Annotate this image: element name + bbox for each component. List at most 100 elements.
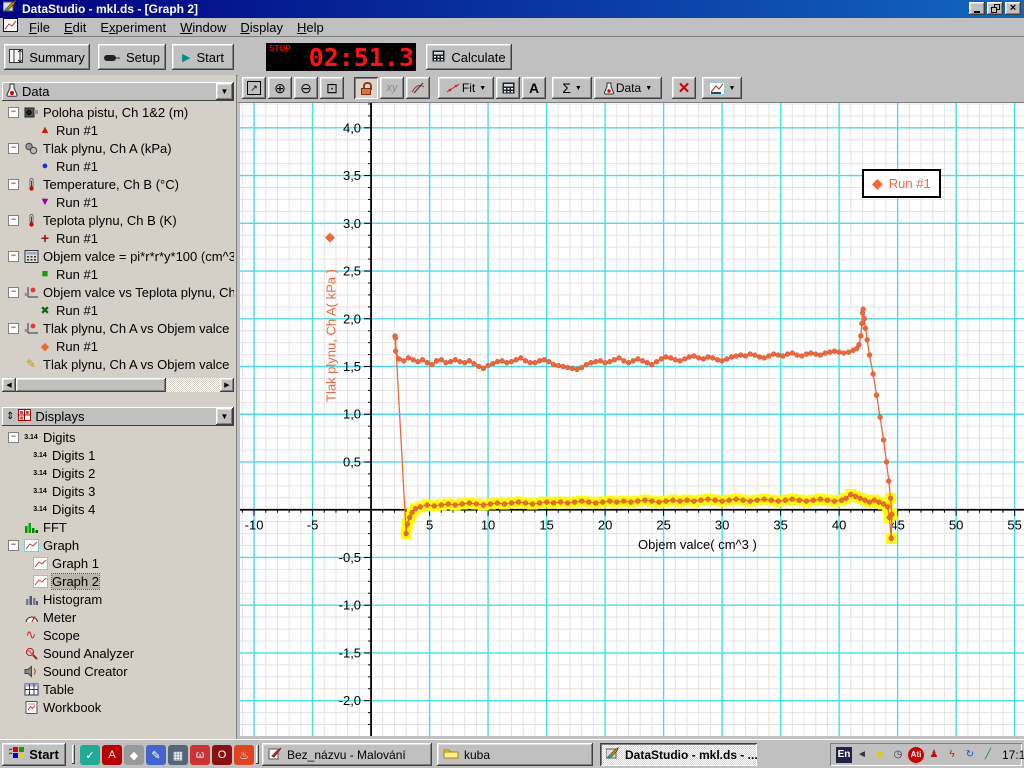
data-item-6[interactable]: −xTlak plynu, Ch A vs Objem valce (2, 319, 234, 337)
restore-button[interactable] (987, 2, 1003, 15)
displays-panel-dropdown-button[interactable]: ▼ (216, 408, 233, 425)
keyboard-layout-indicator[interactable]: En (836, 747, 852, 763)
opera-icon[interactable]: O (212, 745, 232, 765)
data-item-5[interactable]: −xObjem valce vs Teplota plynu, Ch (2, 283, 234, 301)
text-tool-button[interactable]: A (522, 77, 546, 99)
setup-button[interactable]: Setup (98, 44, 166, 70)
red-figure-icon[interactable]: ♟ (926, 747, 942, 763)
menu-display[interactable]: Display (233, 19, 290, 36)
display-item-graph[interactable]: −Graph (2, 536, 234, 554)
menu-edit[interactable]: Edit (57, 19, 93, 36)
toolbar-grip[interactable] (72, 745, 75, 764)
data-menu-button[interactable]: Data▼ (594, 77, 662, 99)
scroll-left-button[interactable]: ◀ (2, 378, 16, 392)
pen-icon[interactable]: ✎ (146, 745, 166, 765)
toolbar-grip[interactable] (256, 745, 259, 764)
display-item-scope[interactable]: ∿Scope (2, 626, 234, 644)
scrollbar-thumb[interactable] (16, 378, 166, 392)
run-item[interactable]: ●Run #1 (2, 157, 234, 175)
display-subitem-graph-2[interactable]: Graph 2 (2, 572, 234, 590)
scroll-right-button[interactable]: ▶ (220, 378, 234, 392)
zoom-select-button[interactable]: ⊡ (320, 77, 344, 99)
slope-tool-button[interactable] (406, 77, 430, 99)
run-item[interactable]: ■Run #1 (2, 265, 234, 283)
ati-icon[interactable]: Ati (908, 747, 924, 763)
display-subitem-digits-4[interactable]: 3.14Digits 4 (2, 500, 234, 518)
menu-help[interactable]: Help (290, 19, 331, 36)
zoom-in-button[interactable]: ⊕ (268, 77, 292, 99)
display-subitem-digits-3[interactable]: 3.14Digits 3 (2, 482, 234, 500)
collapse-toggle[interactable]: − (8, 251, 19, 262)
collapse-toggle[interactable]: − (8, 215, 19, 226)
display-item-sound-analyzer[interactable]: Sound Analyzer (2, 644, 234, 662)
calculate-button[interactable]: Calculate (426, 44, 512, 70)
collapse-toggle[interactable]: − (8, 287, 19, 298)
bird-icon[interactable]: ◆ (124, 745, 144, 765)
volume-icon[interactable]: ◄ (854, 747, 870, 763)
display-subitem-digits-2[interactable]: 3.14Digits 2 (2, 464, 234, 482)
display-item-meter[interactable]: Meter (2, 608, 234, 626)
display-item-table[interactable]: Table (2, 680, 234, 698)
dragon-icon[interactable]: ω (190, 745, 210, 765)
task-3[interactable]: DataStudio - mkl.ds - ... (600, 743, 757, 766)
scheduler-icon[interactable]: ◆ (872, 747, 888, 763)
delete-tool-button[interactable]: ✕ (672, 77, 696, 99)
lightning-icon[interactable]: ϟ (944, 747, 960, 763)
display-item-workbook[interactable]: Workbook (2, 698, 234, 716)
run-item[interactable]: ✖Run #1 (2, 301, 234, 319)
data-item-2[interactable]: −Temperature, Ch B (°C) (2, 175, 234, 193)
clock-disk-icon[interactable]: ◷ (890, 747, 906, 763)
minimize-button[interactable] (969, 2, 985, 15)
data-tree-hscrollbar[interactable]: ◀ ▶ (2, 378, 234, 392)
statistics-menu-button[interactable]: Σ▼ (552, 77, 592, 99)
summary-button[interactable]: Summary (4, 44, 90, 70)
data-item-3[interactable]: −Teplota plynu, Ch B (K) (2, 211, 234, 229)
collapse-toggle[interactable]: − (8, 107, 19, 118)
task-2[interactable]: kuba (437, 743, 593, 766)
run-item[interactable]: ▼Run #1 (2, 193, 234, 211)
run-item[interactable]: ▲Run #1 (2, 121, 234, 139)
start-button[interactable]: ▶ Start (172, 44, 234, 70)
displays-panel-header[interactable]: ⇕ Displays ▼ (2, 407, 234, 426)
graph-settings-button[interactable]: ▼ (702, 77, 742, 99)
sync-arrows-icon[interactable]: ↻ (962, 747, 978, 763)
display-item-sound-creator[interactable]: Sound Creator (2, 662, 234, 680)
pen-lightning-icon[interactable]: ╱ (980, 747, 996, 763)
collapse-toggle[interactable]: − (8, 143, 19, 154)
data-item-0[interactable]: −Poloha pistu, Ch 1&2 (m) (2, 103, 234, 121)
mdi-child-icon[interactable] (3, 18, 18, 37)
data-item-4[interactable]: −Objem valce = pi*r*r*y*100 (cm^3) (2, 247, 234, 265)
display-item-histogram[interactable]: Histogram (2, 590, 234, 608)
display-item-digits[interactable]: −3.14Digits (2, 428, 234, 446)
run-item[interactable]: +Run #1 (2, 229, 234, 247)
calculator-icon[interactable]: ▦ (168, 745, 188, 765)
display-item-fft[interactable]: FFT (2, 518, 234, 536)
legend[interactable]: ◆ Run #1 (862, 169, 941, 198)
collapse-toggle[interactable]: − (8, 540, 19, 551)
scale-to-fit-button[interactable]: ↗ (242, 77, 266, 99)
run-item[interactable]: ◆Run #1 (2, 337, 234, 355)
close-button[interactable]: × (1005, 2, 1021, 15)
notes-icon[interactable]: ✓ (80, 745, 100, 765)
collapse-toggle[interactable]: − (8, 432, 19, 443)
fit-menu-button[interactable]: Fit▼ (438, 77, 494, 99)
data-panel-header[interactable]: Data ▼ (2, 82, 234, 101)
zoom-out-button[interactable]: ⊖ (294, 77, 318, 99)
smart-tool-button[interactable] (354, 77, 378, 99)
acrobat-icon[interactable]: A (102, 745, 122, 765)
pane-splitter-grip[interactable]: ⇕ (6, 411, 14, 422)
menu-file[interactable]: File (22, 19, 57, 36)
taskbar-clock[interactable]: 17:11 (1002, 748, 1024, 762)
task-1[interactable]: Bez_názvu - Malování (262, 743, 432, 766)
data-item-7[interactable]: ✎Tlak plynu, Ch A vs Objem valce (2, 355, 234, 373)
collapse-toggle[interactable]: − (8, 179, 19, 190)
collapse-toggle[interactable]: − (8, 323, 19, 334)
display-subitem-graph-1[interactable]: Graph 1 (2, 554, 234, 572)
xy-tool-button[interactable]: xy (380, 77, 404, 99)
calculate-tool-button[interactable] (496, 77, 520, 99)
menu-window[interactable]: Window (173, 19, 233, 36)
start-menu-button[interactable]: Start (2, 743, 66, 766)
data-item-1[interactable]: −Tlak plynu, Ch A (kPa) (2, 139, 234, 157)
data-panel-dropdown-button[interactable]: ▼ (216, 83, 233, 100)
menu-experiment[interactable]: Experiment (93, 19, 173, 36)
